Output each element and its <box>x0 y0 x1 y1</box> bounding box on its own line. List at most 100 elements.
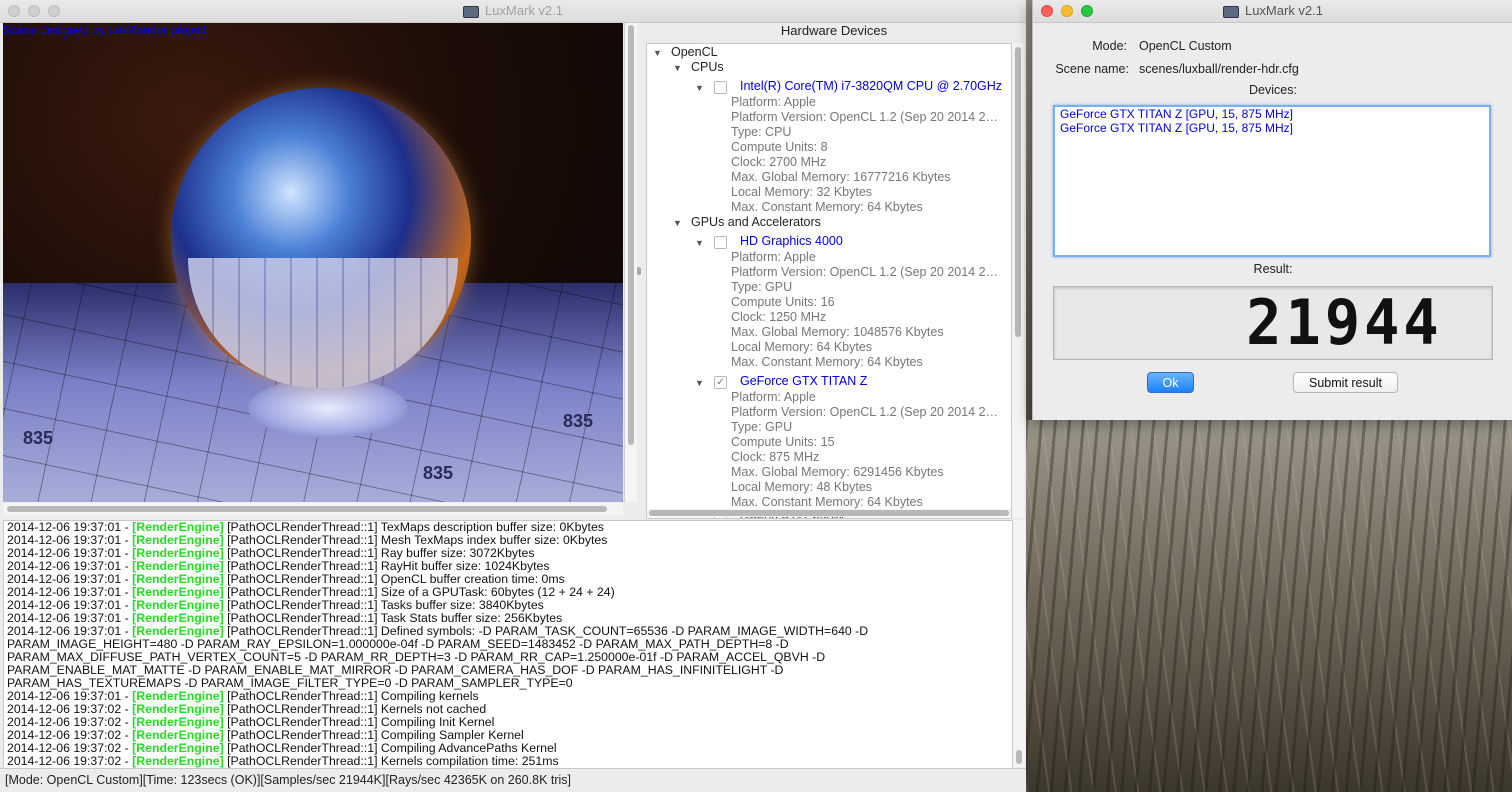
result-label: Result: <box>1253 262 1293 276</box>
tree-node-cpus[interactable]: CPUs <box>691 60 724 74</box>
render-vertical-scrollbar[interactable] <box>624 23 637 502</box>
device-checkbox[interactable] <box>714 81 727 94</box>
log-timestamp: 2014-12-06 19:37:02 - <box>7 702 133 716</box>
device-property: Compute Units: 15 <box>731 435 835 449</box>
mode-label: Mode: <box>1092 39 1127 53</box>
log-message: [PathOCLRenderThread::1] Tasks buffer si… <box>223 598 544 612</box>
scroll-thumb[interactable] <box>1016 750 1022 764</box>
log-timestamp: 2014-12-06 19:37:01 - <box>7 598 133 612</box>
device-property: Clock: 875 MHz <box>731 450 820 464</box>
devices-list-item[interactable]: GeForce GTX TITAN Z [GPU, 15, 875 MHz] <box>1055 121 1489 135</box>
device-name-gpu2[interactable]: GeForce GTX TITAN Z <box>740 374 1004 388</box>
log-timestamp: 2014-12-06 19:37:02 - <box>7 728 133 742</box>
device-property: Local Memory: 64 Kbytes <box>731 340 873 354</box>
log-message: [PathOCLRenderThread::1] OpenCL buffer c… <box>223 572 565 586</box>
log-engine-tag: [RenderEngine] <box>132 754 224 768</box>
tree-node-gpus[interactable]: GPUs and Accelerators <box>691 215 821 229</box>
scene-name-label: Scene name: <box>1055 62 1129 76</box>
ok-button[interactable]: Ok <box>1147 372 1194 393</box>
device-checkbox[interactable] <box>714 236 727 249</box>
log-timestamp: 2014-12-06 19:37:01 - <box>7 546 133 560</box>
hardware-horizontal-scrollbar[interactable] <box>647 509 1011 517</box>
log-message: [PathOCLRenderThread::1] Mesh TexMaps in… <box>223 533 608 547</box>
log-timestamp: 2014-12-06 19:37:01 - <box>7 689 133 703</box>
device-name-gpu1[interactable]: HD Graphics 4000 <box>740 234 1004 248</box>
log-timestamp: 2014-12-06 19:37:02 - <box>7 741 133 755</box>
device-checkbox-checked[interactable]: ✓ <box>714 376 727 389</box>
log-message: [PathOCLRenderThread::1] Defined symbols… <box>223 624 869 638</box>
log-vertical-scrollbar[interactable] <box>1013 520 1025 767</box>
hardware-tree[interactable]: ▼ OpenCL ▼ CPUs ▼ Intel(R) Core(TM) i7-3… <box>646 43 1012 519</box>
window-title-text: LuxMark v2.1 <box>1244 3 1324 18</box>
result-titlebar[interactable]: LuxMark v2.1 <box>1033 0 1512 23</box>
log-engine-tag: [RenderEngine] <box>132 624 224 638</box>
device-property: Type: CPU <box>731 125 792 139</box>
devices-list-item[interactable]: GeForce GTX TITAN Z [GPU, 15, 875 MHz] <box>1055 107 1489 121</box>
main-titlebar[interactable]: LuxMark v2.1 <box>0 0 1026 23</box>
disclosure-triangle-icon[interactable]: ▼ <box>673 63 682 73</box>
result-lcd-display: 21944 <box>1053 286 1493 360</box>
render-horizontal-scrollbar[interactable] <box>3 503 623 515</box>
tree-node-opencl[interactable]: OpenCL <box>671 45 718 59</box>
log-engine-tag: [RenderEngine] <box>132 728 224 742</box>
scroll-thumb[interactable] <box>1015 47 1021 337</box>
device-property: Platform Version: OpenCL 1.2 (Sep 20 201… <box>731 110 1003 124</box>
log-timestamp: 2014-12-06 19:37:01 - <box>7 624 133 638</box>
devices-list[interactable]: GeForce GTX TITAN Z [GPU, 15, 875 MHz] G… <box>1053 105 1491 257</box>
disclosure-triangle-icon[interactable]: ▼ <box>695 83 704 93</box>
log-engine-tag: [RenderEngine] <box>132 715 224 729</box>
hardware-panel: Hardware Devices ▼ OpenCL ▼ CPUs ▼ Intel… <box>642 23 1026 519</box>
floor-number: 835 <box>23 428 54 448</box>
floor-number: 835 <box>563 411 594 431</box>
log-engine-tag: [RenderEngine] <box>132 611 224 625</box>
log-engine-tag: [RenderEngine] <box>132 702 224 716</box>
disclosure-triangle-icon[interactable]: ▼ <box>695 378 704 388</box>
log-message: [PathOCLRenderThread::1] Compiling Sampl… <box>223 728 524 742</box>
log-timestamp: 2014-12-06 19:37:02 - <box>7 715 133 729</box>
log-line: 2014-12-06 19:37:02 - [RenderEngine] [Pa… <box>4 755 1012 768</box>
log-message: [PathOCLRenderThread::1] Size of a GPUTa… <box>223 585 615 599</box>
log-engine-tag: [RenderEngine] <box>132 585 224 599</box>
scroll-thumb[interactable] <box>628 25 634 445</box>
log-message: [PathOCLRenderThread::1] TexMaps descrip… <box>223 520 604 534</box>
device-property: Max. Global Memory: 1048576 Kbytes <box>731 325 944 339</box>
device-property: Platform: Apple <box>731 95 816 109</box>
disclosure-triangle-icon[interactable]: ▼ <box>695 238 704 248</box>
device-property: Max. Global Memory: 16777216 Kbytes <box>731 170 951 184</box>
main-window: LuxMark v2.1 832 835 835 835 Scene desig… <box>0 0 1026 792</box>
scene-caption: Scene designed by LuxRender project <box>3 23 207 37</box>
log-message: [PathOCLRenderThread::1] Kernels not cac… <box>223 702 487 716</box>
render-viewport[interactable]: 832 835 835 835 <box>3 23 623 502</box>
hardware-vertical-scrollbar[interactable] <box>1012 43 1024 517</box>
log-message: PARAM_MAX_DIFFUSE_PATH_VERTEX_COUNT=5 -D… <box>7 650 826 664</box>
log-engine-tag: [RenderEngine] <box>132 559 224 573</box>
result-value: 21944 <box>1246 286 1443 359</box>
hardware-panel-title: Hardware Devices <box>780 23 888 38</box>
floor-number: 835 <box>423 463 454 483</box>
device-name-cpu[interactable]: Intel(R) Core(TM) i7-3820QM CPU @ 2.70GH… <box>740 79 1004 93</box>
scroll-thumb[interactable] <box>649 510 1009 516</box>
splitter-handle[interactable] <box>637 23 641 519</box>
result-window: LuxMark v2.1 Mode: OpenCL Custom Scene n… <box>1032 0 1512 420</box>
log-message: [PathOCLRenderThread::1] Task Stats buff… <box>223 611 563 625</box>
log-timestamp: 2014-12-06 19:37:01 - <box>7 520 133 534</box>
scroll-thumb[interactable] <box>7 506 607 512</box>
disclosure-triangle-icon[interactable]: ▼ <box>653 48 662 58</box>
disclosure-triangle-icon[interactable]: ▼ <box>673 218 682 228</box>
submit-result-button[interactable]: Submit result <box>1293 372 1398 393</box>
log-engine-tag: [RenderEngine] <box>132 598 224 612</box>
log-message: PARAM_IMAGE_HEIGHT=480 -D PARAM_RAY_EPSI… <box>7 637 789 651</box>
log-engine-tag: [RenderEngine] <box>132 520 224 534</box>
log-message: PARAM_HAS_TEXTUREMAPS -D PARAM_IMAGE_FIL… <box>7 676 573 690</box>
splitter-grip <box>637 267 641 275</box>
device-property: Max. Constant Memory: 64 Kbytes <box>731 200 923 214</box>
log-console[interactable]: 2014-12-06 19:37:01 - [RenderEngine] [Pa… <box>3 520 1013 769</box>
log-message: [PathOCLRenderThread::1] Compiling kerne… <box>223 689 479 703</box>
log-message: [PathOCLRenderThread::1] Compiling Init … <box>223 715 495 729</box>
device-property: Max. Constant Memory: 64 Kbytes <box>731 355 923 369</box>
window-title: LuxMark v2.1 <box>1033 3 1512 18</box>
log-engine-tag: [RenderEngine] <box>132 572 224 586</box>
log-timestamp: 2014-12-06 19:37:01 - <box>7 585 133 599</box>
log-timestamp: 2014-12-06 19:37:02 - <box>7 754 133 768</box>
log-engine-tag: [RenderEngine] <box>132 741 224 755</box>
